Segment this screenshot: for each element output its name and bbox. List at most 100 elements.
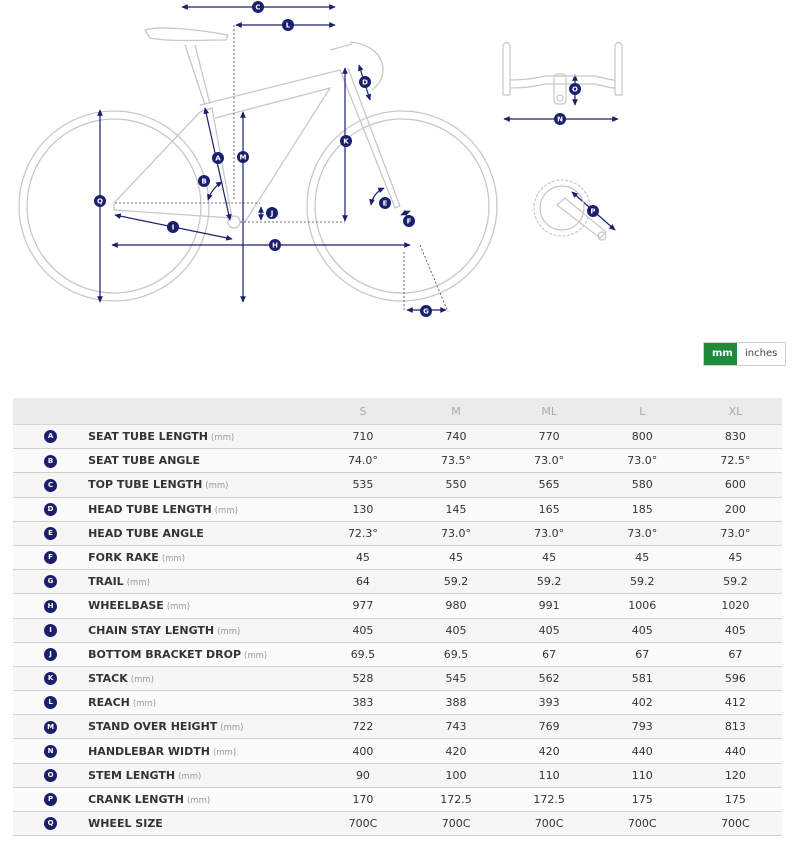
svg-text:N: N — [557, 116, 563, 124]
measurement-label: CRANK LENGTH — [88, 792, 184, 806]
badge-i: I — [167, 221, 179, 233]
value-cell: 545 — [409, 666, 503, 692]
letter-cell: M — [13, 714, 89, 740]
measurement-letter-badge: F — [44, 551, 58, 565]
svg-text:K: K — [343, 138, 349, 146]
table-row: L REACH (mm) 383 388 393 402 412 — [13, 690, 782, 716]
value-cell: 67 — [688, 642, 782, 667]
measurement-letter-badge: L — [44, 696, 58, 710]
label-cell: HEAD TUBE ANGLE — [88, 521, 317, 546]
measurement-label: WHEEL SIZE — [88, 817, 163, 831]
label-cell: CHAIN STAY LENGTH (mm) — [88, 618, 317, 643]
table-row: D HEAD TUBE LENGTH (mm) 130 145 165 185 200 — [13, 497, 782, 522]
svg-text:B: B — [201, 178, 206, 186]
measurement-label: CHAIN STAY LENGTH — [88, 623, 215, 637]
measurement-label: FORK RAKE — [88, 551, 159, 565]
value-cell: 813 — [688, 714, 782, 740]
svg-text:O: O — [572, 86, 578, 94]
badge-q: Q — [94, 195, 106, 207]
size-header: S — [316, 398, 410, 425]
letter-cell: K — [13, 666, 89, 692]
value-cell: 165 — [502, 497, 596, 522]
measurement-label: HEAD TUBE ANGLE — [88, 526, 204, 540]
measurement-label: WHEELBASE — [88, 599, 164, 613]
value-cell: 722 — [316, 714, 410, 740]
value-cell: 170 — [316, 787, 410, 813]
svg-text:P: P — [590, 208, 595, 216]
unit-mm-button[interactable]: mm — [704, 343, 737, 365]
table-row: C TOP TUBE LENGTH (mm) 535 550 565 580 600 — [13, 472, 782, 498]
letter-cell: H — [13, 593, 89, 619]
label-cell: WHEELBASE (mm) — [88, 593, 317, 619]
badge-e: E — [379, 197, 391, 209]
size-header: M — [409, 398, 503, 425]
value-cell: 175 — [595, 787, 689, 813]
bike-outline — [18, 27, 498, 302]
value-cell: 710 — [316, 424, 410, 450]
value-cell: 45 — [688, 545, 782, 571]
value-cell: 45 — [409, 545, 503, 571]
handlebar — [329, 41, 384, 91]
measurement-unit: (mm) — [166, 602, 191, 613]
letter-cell: G — [13, 569, 89, 595]
table-row: Q WHEEL SIZE 700C 700C 700C 700C 700C — [13, 811, 782, 837]
letter-cell: B — [13, 448, 89, 474]
measurement-label: SEAT TUBE ANGLE — [88, 454, 200, 468]
measurement-letter-badge: H — [44, 599, 58, 613]
badge-j: J — [266, 207, 278, 219]
badge-f: F — [403, 215, 415, 227]
dimension-f — [400, 210, 411, 216]
value-cell: 980 — [409, 593, 503, 619]
measurement-unit: (mm) — [214, 505, 238, 516]
size-header-row: S M ML L XL — [13, 398, 782, 425]
measurement-label: STACK — [88, 671, 128, 685]
value-cell: 185 — [595, 497, 689, 522]
value-cell: 1020 — [688, 593, 782, 619]
badge-b: B — [198, 175, 210, 187]
value-cell: 412 — [688, 690, 782, 716]
value-cell: 769 — [502, 714, 596, 740]
value-cell: 420 — [409, 738, 503, 764]
value-cell: 770 — [502, 424, 596, 450]
unit-inches-button[interactable]: inches — [737, 343, 786, 365]
measurement-label: HEAD TUBE LENGTH — [88, 502, 212, 516]
letter-cell: D — [13, 497, 89, 522]
value-cell: 400 — [316, 738, 410, 764]
measurement-letter-badge: P — [44, 793, 58, 807]
label-cell: TOP TUBE LENGTH (mm) — [88, 472, 317, 498]
value-cell: 700C — [502, 811, 596, 837]
badge-l: L — [282, 19, 294, 31]
guide-lines — [115, 25, 449, 313]
value-cell: 73.0° — [502, 521, 596, 546]
badge-g: G — [420, 305, 432, 317]
value-cell: 73.0° — [595, 521, 689, 546]
letter-cell: A — [13, 424, 89, 450]
measurement-unit: (mm) — [205, 481, 229, 492]
value-cell: 200 — [688, 497, 782, 522]
svg-text:G: G — [423, 308, 429, 316]
value-cell: 388 — [409, 690, 503, 716]
measurement-letter-badge: K — [44, 672, 58, 686]
seat-post — [184, 44, 211, 106]
handlebar-detail — [502, 41, 623, 105]
value-cell: 393 — [502, 690, 596, 716]
letter-cell: F — [13, 545, 89, 571]
label-cell: STACK (mm) — [88, 666, 317, 692]
letter-cell: J — [13, 642, 89, 667]
value-cell: 600 — [688, 472, 782, 498]
svg-text:D: D — [362, 79, 368, 87]
measurement-label: HANDLEBAR WIDTH — [88, 744, 210, 758]
measurement-letter-badge: Q — [44, 817, 58, 831]
value-cell: 440 — [595, 738, 689, 764]
table-row: E HEAD TUBE ANGLE 72.3° 73.0° 73.0° 73.0° 73.0… — [13, 521, 782, 546]
geometry-diagram: C L D A M K B Q E J F I H G O N P — [0, 0, 800, 330]
value-cell: 59.2 — [502, 569, 596, 595]
label-cell: BOTTOM BRACKET DROP (mm) — [88, 642, 317, 667]
measurement-unit: (mm) — [212, 747, 237, 758]
size-header: ML — [502, 398, 596, 425]
label-cell: SEAT TUBE ANGLE — [88, 448, 317, 474]
value-cell: 596 — [688, 666, 782, 692]
measurement-label: TRAIL — [88, 575, 124, 589]
measurement-letter-badge: C — [44, 478, 58, 492]
measurement-unit: (mm) — [244, 650, 268, 661]
